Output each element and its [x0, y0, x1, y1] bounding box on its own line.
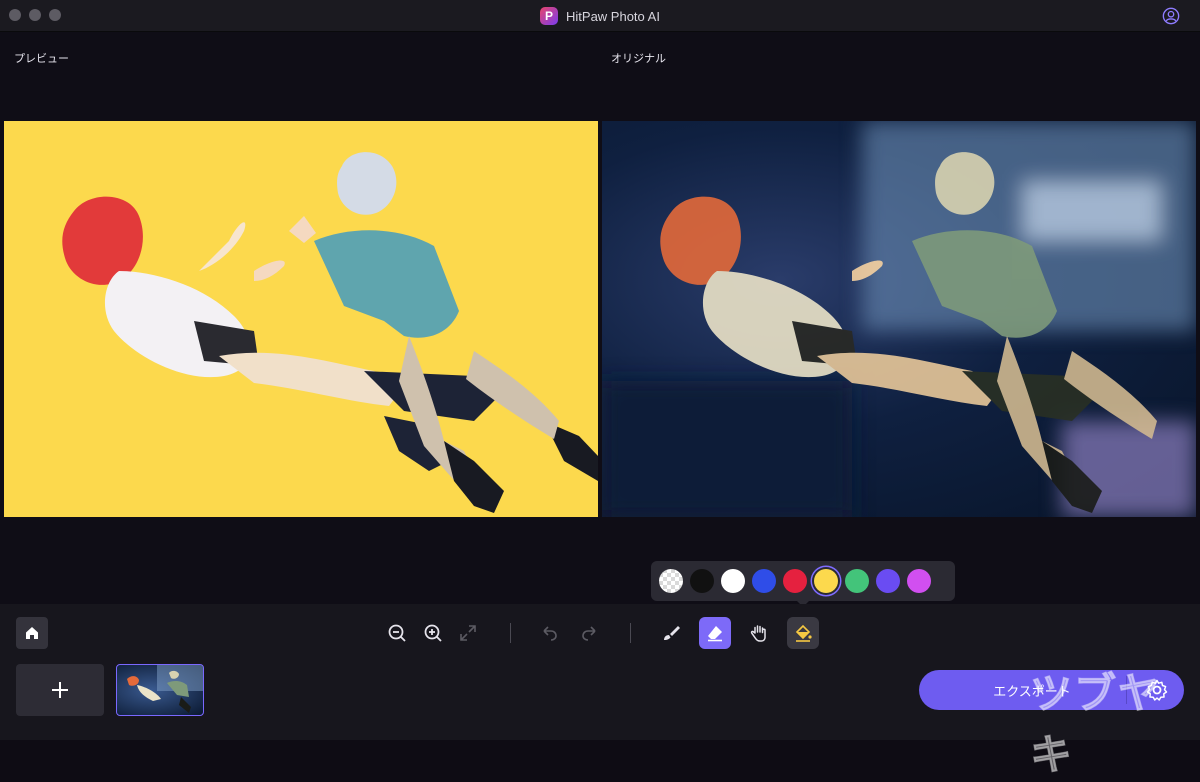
brush-button[interactable] [655, 617, 687, 649]
hand-button[interactable] [743, 617, 775, 649]
brush-icon [664, 626, 680, 640]
swatch-blue[interactable] [752, 569, 776, 593]
swatch-black[interactable] [690, 569, 714, 593]
swatch-green[interactable] [845, 569, 869, 593]
zoom-out-button[interactable] [381, 617, 413, 649]
account-icon[interactable] [1162, 7, 1180, 25]
fill-button[interactable] [787, 617, 819, 649]
undo-button[interactable] [533, 617, 565, 649]
swatch-magenta[interactable] [907, 569, 931, 593]
toolbar-divider [510, 623, 511, 643]
plus-icon [52, 682, 68, 698]
fit-screen-button[interactable] [452, 617, 484, 649]
redo-icon [582, 626, 596, 641]
swatch-white[interactable] [721, 569, 745, 593]
swatch-yellow[interactable] [814, 569, 838, 593]
fit-screen-icon [460, 625, 476, 641]
watermark-text: ツブヤキ [1030, 669, 1163, 780]
toolbar-divider [630, 623, 631, 643]
image-thumbnail[interactable] [116, 664, 204, 716]
title-bar: P HitPaw Photo AI [0, 0, 1200, 32]
zoom-in-button[interactable] [417, 617, 449, 649]
eraser-icon [708, 626, 722, 642]
original-image[interactable] [602, 121, 1196, 517]
home-icon [26, 627, 38, 639]
preview-label: プレビュー [14, 52, 69, 65]
zoom-in-icon [424, 624, 442, 642]
swatch-transparent[interactable] [659, 569, 683, 593]
zoom-out-icon [388, 624, 406, 642]
home-button[interactable] [16, 617, 48, 649]
eraser-button[interactable] [699, 617, 731, 649]
app-logo-icon: P [540, 7, 559, 25]
undo-icon [543, 626, 557, 641]
hand-icon [750, 625, 766, 642]
add-image-button[interactable] [16, 664, 104, 716]
redo-button[interactable] [574, 617, 606, 649]
preview-image[interactable] [4, 121, 598, 517]
fill-icon [795, 624, 812, 642]
app-window: P HitPaw Photo AI プレビュー オリジナル エクスポート ツブヤ… [0, 0, 1200, 780]
swatch-red[interactable] [783, 569, 807, 593]
original-label: オリジナル [611, 52, 666, 65]
color-palette [651, 561, 955, 607]
app-title: HitPaw Photo AI [566, 8, 660, 24]
swatch-indigo[interactable] [876, 569, 900, 593]
